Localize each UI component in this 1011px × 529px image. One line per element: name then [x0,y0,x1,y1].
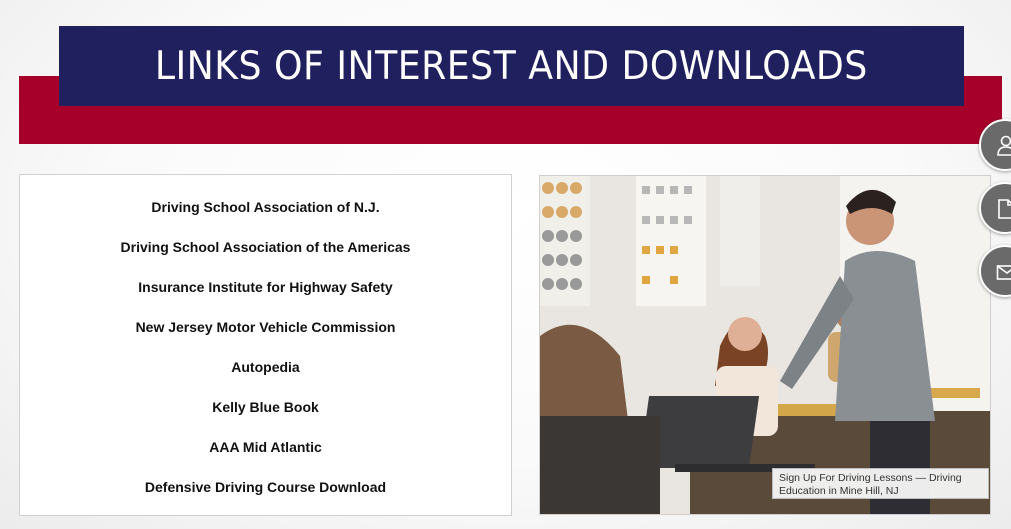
classroom-photo-illustration [540,176,990,514]
list-item: Driving School Association of N.J. [20,199,511,239]
link-dsanj[interactable]: Driving School Association of N.J. [151,199,379,215]
link-autopedia[interactable]: Autopedia [231,359,299,375]
list-item: Insurance Institute for Highway Safety [20,279,511,319]
link-kelly-blue-book[interactable]: Kelly Blue Book [212,399,319,415]
link-defensive-driving-download[interactable]: Defensive Driving Course Download [145,479,386,495]
link-iihs[interactable]: Insurance Institute for Highway Safety [138,279,392,295]
links-panel: Driving School Association of N.J. Drivi… [19,174,512,516]
link-nj-mvc[interactable]: New Jersey Motor Vehicle Commission [136,319,396,335]
list-item: Autopedia [20,359,511,399]
list-item: Driving School Association of the Americ… [20,239,511,279]
link-aaa-mid-atlantic[interactable]: AAA Mid Atlantic [209,439,322,455]
list-item: AAA Mid Atlantic [20,439,511,479]
list-item: Defensive Driving Course Download [20,479,511,519]
page-title-banner: LINKS OF INTEREST AND DOWNLOADS [59,26,964,106]
links-list: Driving School Association of N.J. Drivi… [20,199,511,519]
list-item: Kelly Blue Book [20,399,511,439]
document-icon [998,199,1011,219]
user-icon [997,135,1011,156]
page-title: LINKS OF INTEREST AND DOWNLOADS [155,43,868,89]
list-item: New Jersey Motor Vehicle Commission [20,319,511,359]
classroom-photo [539,175,991,515]
photo-caption: Sign Up For Driving Lessons — Driving Ed… [772,468,989,499]
envelope-icon [996,265,1011,280]
link-dsaa[interactable]: Driving School Association of the Americ… [121,239,411,255]
